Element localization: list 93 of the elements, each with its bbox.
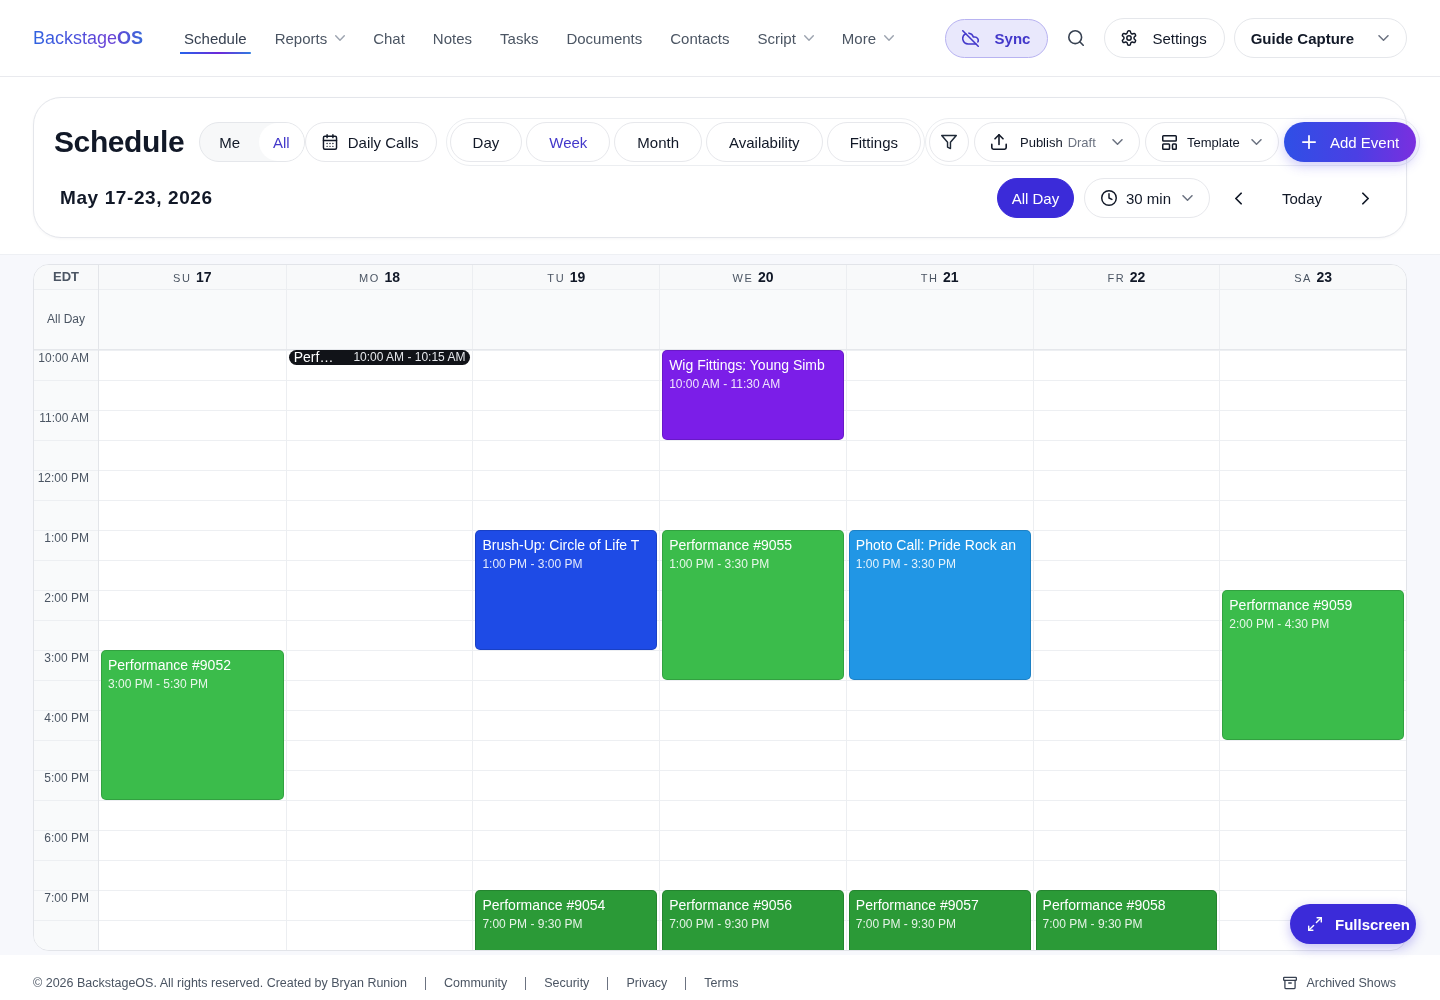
account-menu-button[interactable]: Guide Capture [1233,18,1407,58]
nav-tab[interactable]: Reports [270,22,350,54]
footer-link[interactable]: Terms [704,975,739,991]
today-button[interactable]: Today [1261,178,1342,218]
event-time: 7:00 PM - 9:30 PM [482,916,584,932]
nav-tab[interactable]: Documents [562,22,647,54]
view-tab[interactable]: Month [614,122,703,162]
view-tab[interactable]: Day [449,122,523,162]
event-title: Performance #9058 [1042,896,1167,914]
scope-option[interactable]: Me [200,123,260,161]
search-icon[interactable] [1068,30,1085,46]
upload-icon [991,134,1007,150]
layout-icon [1162,134,1177,150]
view-tab[interactable]: Fittings [826,122,921,162]
crossed-cloud-icon [961,29,979,47]
event-title: Performance #9055 [669,536,794,554]
page-title: Schedule [54,125,185,159]
hour-label: 3:00 PM [43,650,90,667]
nav-tab[interactable]: Tasks [496,22,543,54]
event-card[interactable]: Performance #9058 7:00 PM - 9:30 PM [1035,890,1218,950]
event-time: 7:00 PM - 9:30 PM [1042,916,1144,932]
filter-button[interactable] [929,122,969,162]
nav-tab[interactable]: Contacts [666,22,734,54]
event-title: Performance #9057 [855,896,980,914]
add-event-button[interactable]: Add Event [1284,122,1417,162]
hour-label: 1:00 PM [43,530,90,547]
chevron-down-icon [1251,139,1262,145]
event-time: 2:00 PM - 4:30 PM [1229,616,1331,632]
sync-button[interactable]: Sync [944,18,1049,58]
event-time: 7:00 PM - 9:30 PM [669,916,771,932]
hour-label: 7:00 PM [43,890,90,907]
daily-calls-button[interactable]: Daily Calls [304,122,437,162]
footer-link[interactable]: Privacy [626,975,668,991]
event-title: Performance #9059 [1229,596,1354,614]
event-title: Perf… [293,350,334,365]
event-title: Wig Fittings: Young Simb [669,356,826,374]
nav-tab[interactable]: More [837,22,898,54]
chevron-down-icon [1112,139,1123,145]
archive-box-icon [1283,976,1298,990]
hour-label: 2:00 PM [43,590,90,607]
date-range-title: May 17-23, 2026 [60,187,213,209]
hour-label: 5:00 PM [43,770,90,787]
settings-icon [1121,30,1138,46]
event-time: 10:00 AM - 10:15 AM [353,350,466,365]
view-tab[interactable]: Week [526,122,611,162]
event-card[interactable]: Brush-Up: Circle of Life T 1:00 PM - 3:00 PM [475,530,658,650]
event-card[interactable]: Performance #9054 7:00 PM - 9:30 PM [475,890,658,950]
nav-tab[interactable]: Chat [369,22,409,54]
template-button[interactable]: Template [1145,122,1279,162]
event-time: 1:00 PM - 3:30 PM [855,556,957,572]
hour-label: 10:00 AM [37,350,90,367]
footer-link[interactable]: Security [544,975,590,991]
event-time: 1:00 PM - 3:00 PM [482,556,584,572]
copyright-text: © 2026 BackstageOS. All rights reserved. Created by Bryan Runion [33,975,407,991]
event-time: 3:00 PM - 5:30 PM [108,676,210,692]
hour-label: 12:00 PM [36,470,90,487]
event-title: Performance #9056 [669,896,794,914]
scope-option[interactable]: All [259,123,304,161]
view-tab[interactable]: Availability [706,122,823,162]
event-title: Brush-Up: Circle of Life T [482,536,641,554]
fullscreen-button[interactable]: Fullscreen [1290,904,1416,944]
day-header: SU 17 [172,268,213,287]
event-card[interactable]: Performance #9056 7:00 PM - 9:30 PM [662,890,844,950]
nav-tab[interactable]: Script [753,22,818,54]
event-card[interactable]: Performance #9057 7:00 PM - 9:30 PM [848,890,1031,950]
filter-icon [941,134,957,150]
all-day-label: All Day [34,290,99,349]
chevron-down-icon [1378,35,1389,41]
all-day-toggle[interactable]: All Day [996,178,1074,218]
event-pill[interactable]: Perf… 10:00 AM - 10:15 AM [288,350,471,365]
event-time: 10:00 AM - 11:30 AM [669,376,782,392]
event-title: Performance #9054 [482,896,607,914]
chevron-down-icon [1181,195,1193,201]
hour-label: 4:00 PM [43,710,90,727]
expand-icon [1308,917,1322,931]
event-time: 1:00 PM - 3:30 PM [669,556,771,572]
plus-icon [1302,135,1316,149]
chevron-right-icon[interactable] [1362,191,1369,205]
settings-button[interactable]: Settings [1104,18,1225,58]
footer-link[interactable]: Community [444,975,508,991]
event-title: Performance #9052 [108,656,232,674]
interval-dropdown[interactable]: 30 min [1083,178,1210,218]
event-title: Photo Call: Pride Rock an [855,536,1018,554]
hour-label: 6:00 PM [43,830,90,847]
nav-tab[interactable]: Notes [428,22,477,54]
clock-icon [1100,190,1117,206]
hour-label: 11:00 AM [38,410,90,427]
publish-button[interactable]: Publish Draft [974,122,1140,162]
archived-shows-link[interactable]: Archived Shows [1283,975,1396,991]
event-time: 7:00 PM - 9:30 PM [855,916,957,932]
chevron-left-icon[interactable] [1234,191,1242,205]
calendar-icon [321,134,338,150]
event-card[interactable]: Wig Fittings: Young Simb 10:00 AM - 11:30 AM [662,350,844,440]
